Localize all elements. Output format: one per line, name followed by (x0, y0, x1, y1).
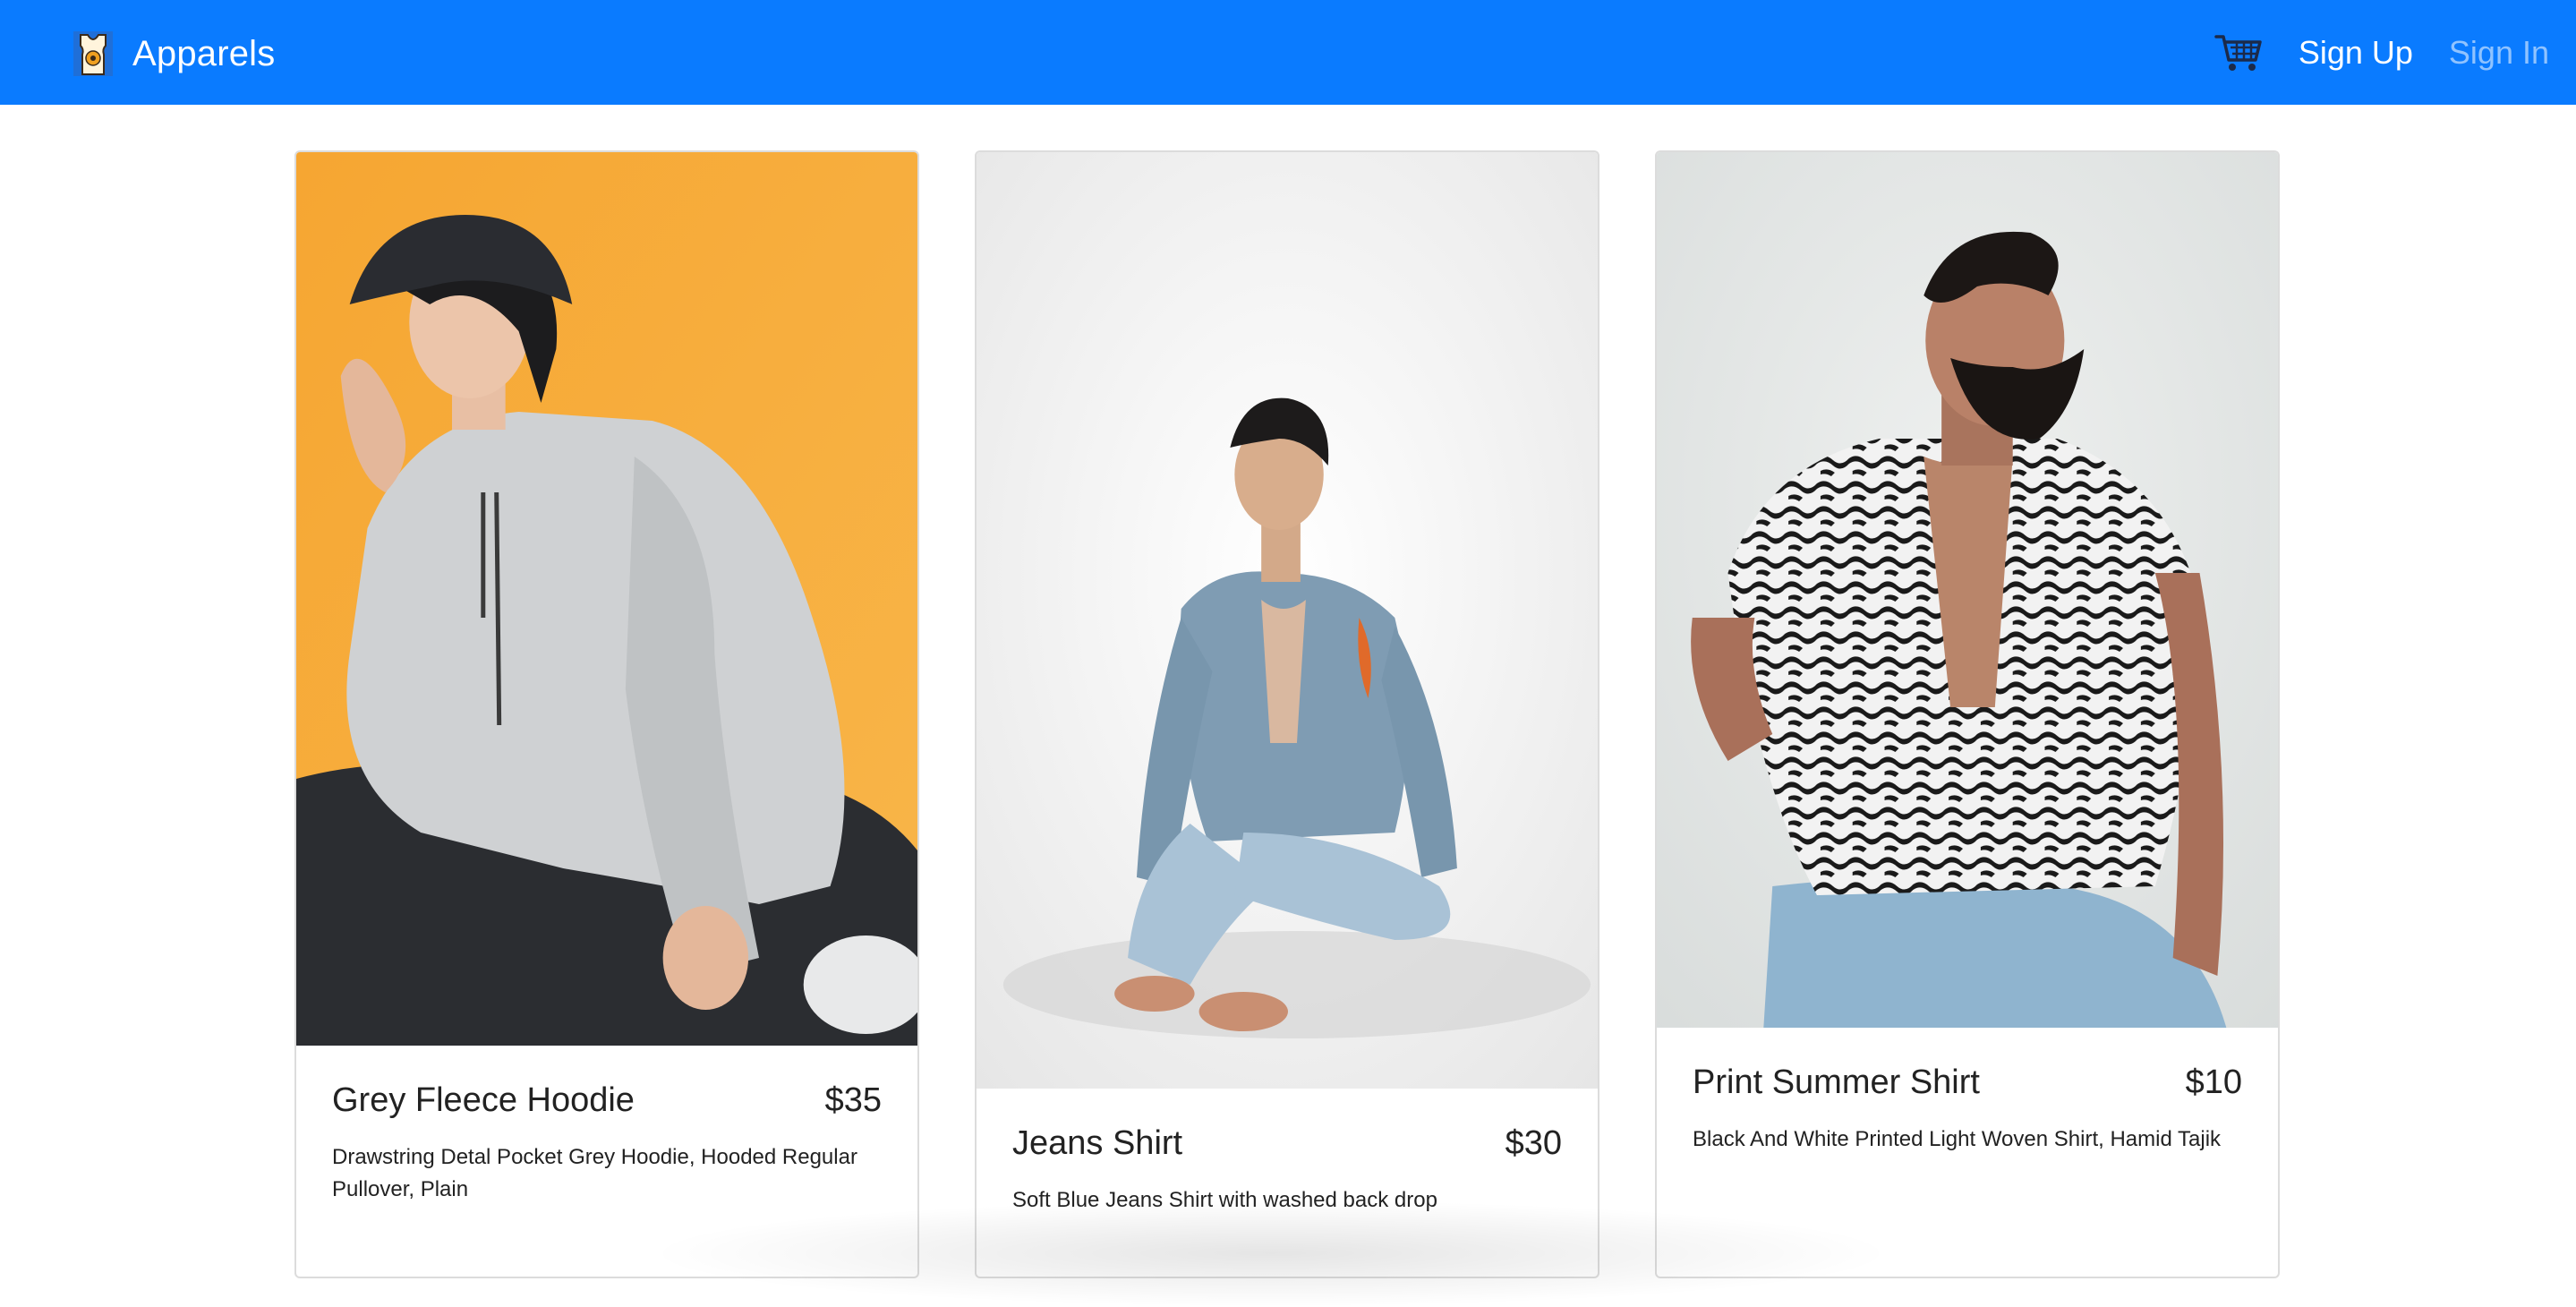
product-image-jeans-shirt (977, 152, 1598, 1089)
product-price: $10 (2185, 1064, 2242, 1101)
product-description: Soft Blue Jeans Shirt with washed back d… (1012, 1188, 1437, 1212)
brand-link[interactable]: Apparels (73, 30, 275, 77)
product-card-body: Print Summer Shirt $10 Black And White P… (1657, 1064, 2278, 1156)
product-title: Print Summer Shirt (1693, 1064, 1980, 1101)
product-image-hoodie (296, 152, 917, 1046)
tank-top-logo-icon (73, 31, 113, 76)
product-card-header: Jeans Shirt $30 (1012, 1124, 1562, 1163)
sign-in-link[interactable]: Sign In (2449, 34, 2549, 72)
product-price: $30 (1505, 1124, 1562, 1162)
product-price: $35 (824, 1081, 882, 1119)
product-description: Black And White Printed Light Woven Shir… (1693, 1127, 2222, 1151)
sign-up-link[interactable]: Sign Up (2299, 34, 2413, 72)
product-title: Grey Fleece Hoodie (332, 1081, 635, 1119)
shopping-cart-icon[interactable] (2214, 31, 2263, 74)
product-card[interactable]: Grey Fleece Hoodie $35 Drawstring Detal … (294, 150, 919, 1278)
product-card-header: Print Summer Shirt $10 (1693, 1064, 2242, 1102)
product-card[interactable]: Print Summer Shirt $10 Black And White P… (1655, 150, 2280, 1278)
product-card-body: Jeans Shirt $30 Soft Blue Jeans Shirt wi… (977, 1124, 1598, 1217)
product-description: Drawstring Detal Pocket Grey Hoodie, Hoo… (332, 1145, 857, 1201)
brand-name: Apparels (132, 33, 276, 73)
product-card-body: Grey Fleece Hoodie $35 Drawstring Detal … (296, 1081, 917, 1206)
product-card-header: Grey Fleece Hoodie $35 (332, 1081, 882, 1120)
product-image-print-shirt (1657, 152, 2278, 1028)
nav-actions: Sign Up Sign In (2214, 0, 2576, 105)
top-navbar: Apparels Sign Up Sign In (0, 0, 2576, 105)
product-card[interactable]: Jeans Shirt $30 Soft Blue Jeans Shirt wi… (975, 150, 1599, 1278)
product-title: Jeans Shirt (1012, 1124, 1183, 1162)
